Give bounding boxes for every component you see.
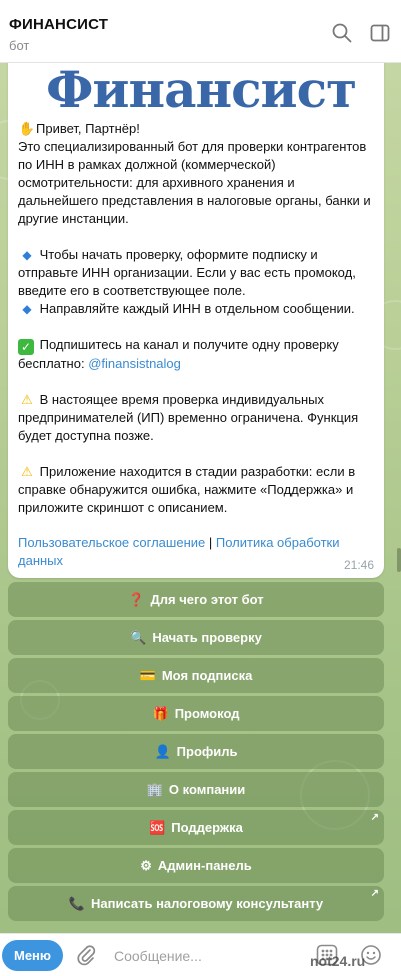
external-link-arrow-icon: ↗ bbox=[370, 888, 379, 899]
kb-button-label: Начать проверку bbox=[152, 630, 262, 645]
kb-button-label: Админ-панель bbox=[157, 858, 252, 873]
user-silhouette-icon: 👤 bbox=[154, 744, 171, 759]
message-text: ✋Привет, Партнёр! Это специализированный… bbox=[18, 120, 378, 517]
bot-keyboard: ❓ Для чего этот бот 🔍 Начать проверку 💳 Моя… bbox=[8, 582, 384, 924]
warning-icon: ⚠ bbox=[21, 392, 33, 407]
external-link-arrow-icon: ↗ bbox=[370, 812, 379, 823]
kb-button-tax-consultant[interactable]: 📞 Написать налоговому консультанту ↗ bbox=[8, 886, 384, 921]
kb-button-label: Для чего этот бот bbox=[150, 592, 264, 607]
kb-button-start-check[interactable]: 🔍 Начать проверку bbox=[8, 620, 384, 655]
blue-diamond-icon: ◆ bbox=[22, 302, 32, 316]
telephone-icon: 📞 bbox=[68, 896, 86, 911]
credit-card-icon: 💳 bbox=[139, 668, 156, 683]
message-timestamp: 21:46 bbox=[343, 558, 374, 572]
bot-message-bubble: Финансист ✋Привет, Партнёр! Это специали… bbox=[8, 58, 384, 578]
sidebar-toggle-icon[interactable] bbox=[369, 22, 391, 44]
intro-text: Это специализированный бот для проверки … bbox=[18, 139, 371, 226]
kb-button-label: Написать налоговому консультанту bbox=[91, 896, 324, 911]
greeting-text: Привет, Партнёр! bbox=[36, 121, 140, 136]
waving-hand-icon: ✋ bbox=[18, 121, 36, 136]
warning2-text: Приложение находится в стадии разработки… bbox=[18, 464, 356, 515]
chat-title[interactable]: ФИНАНСИСТ bbox=[9, 16, 108, 33]
kb-button-my-subscription[interactable]: 💳 Моя подписка bbox=[8, 658, 384, 693]
office-building-icon: 🏢 bbox=[146, 782, 163, 797]
kb-button-profile[interactable]: 👤 Профиль bbox=[8, 734, 384, 769]
kb-button-label: О компании bbox=[168, 782, 246, 797]
kb-button-label: Промокод bbox=[174, 706, 240, 721]
channel-link[interactable]: @finansistnalog bbox=[88, 356, 181, 371]
step2-text: Направляйте каждый ИНН в отдельном сообщ… bbox=[39, 301, 355, 316]
question-icon: ❓ bbox=[128, 592, 145, 607]
sos-icon: 🆘 bbox=[149, 820, 166, 835]
chat-subtitle: бот bbox=[9, 38, 30, 53]
message-input[interactable] bbox=[112, 942, 302, 970]
kb-button-support[interactable]: 🆘 Поддержка ↗ bbox=[8, 810, 384, 845]
finansist-logo: Финансист bbox=[46, 60, 357, 119]
message-footer-links: Пользовательское соглашение | Политика о… bbox=[18, 534, 358, 570]
magnifier-icon: 🔍 bbox=[130, 630, 147, 645]
menu-button[interactable]: Меню bbox=[2, 940, 63, 971]
kb-button-about-company[interactable]: 🏢 О компании bbox=[8, 772, 384, 807]
gear-icon: ⚙ bbox=[140, 858, 152, 873]
warning-icon: ⚠ bbox=[21, 464, 33, 479]
kb-button-promocode[interactable]: 🎁 Промокод bbox=[8, 696, 384, 731]
check-mark-icon: ✓ bbox=[18, 339, 34, 355]
link-separator: | bbox=[208, 535, 213, 550]
chat-header: ФИНАНСИСТ бот bbox=[0, 0, 401, 63]
telegram-chat-window: ФИНАНСИСТ бот Финансист ✋Привет, Партнёр… bbox=[0, 0, 401, 976]
search-icon[interactable] bbox=[331, 22, 353, 44]
user-agreement-link[interactable]: Пользовательское соглашение bbox=[18, 535, 205, 550]
kb-button-admin-panel[interactable]: ⚙ Админ-панель bbox=[8, 848, 384, 883]
kb-button-label: Профиль bbox=[176, 744, 238, 759]
kb-button-label: Поддержка bbox=[171, 820, 243, 835]
paperclip-icon[interactable] bbox=[76, 944, 96, 966]
kb-button-about-bot[interactable]: ❓ Для чего этот бот bbox=[8, 582, 384, 617]
blue-diamond-icon: ◆ bbox=[22, 248, 32, 262]
warning1-text: В настоящее время проверка индивидуальны… bbox=[18, 392, 359, 443]
site-watermark: not24.ru bbox=[310, 953, 366, 969]
gift-icon: 🎁 bbox=[152, 706, 169, 721]
kb-button-label: Моя подписка bbox=[161, 668, 253, 683]
step1-text: Чтобы начать проверку, оформите подписку… bbox=[18, 247, 356, 298]
scrollbar-thumb[interactable] bbox=[397, 548, 401, 572]
